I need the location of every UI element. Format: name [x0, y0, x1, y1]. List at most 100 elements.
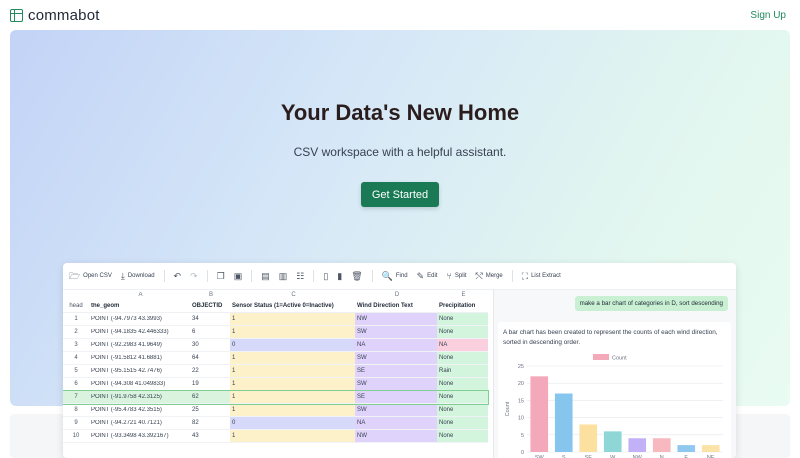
header-cell[interactable]: OBJECTID [190, 303, 230, 309]
table-cell[interactable]: POINT (-94.308 41.049833) [89, 381, 190, 387]
column-letter[interactable]: A [89, 292, 190, 298]
copy-button[interactable]: ❐ [217, 271, 225, 281]
row-number[interactable]: 1 [63, 316, 89, 322]
table-cell[interactable]: SW [355, 378, 437, 390]
insert-column-left-button[interactable]: ▯ [323, 271, 328, 281]
table-cell[interactable]: 0 [230, 417, 355, 429]
split-button[interactable]: ⑂ Split [446, 271, 466, 281]
table-cell[interactable]: NW [355, 313, 437, 325]
list-extract-button[interactable]: ⛶ List Extract [522, 271, 561, 281]
table-cell[interactable]: 1 [230, 352, 355, 364]
redo-button[interactable]: ↷ [190, 271, 198, 281]
table-cell[interactable]: None [437, 378, 488, 390]
table-cell[interactable]: 1 [230, 326, 355, 338]
table-cell[interactable]: SW [355, 404, 437, 416]
insert-row-below-button[interactable]: ▥ [279, 271, 288, 281]
table-row[interactable]: 8 POINT (-95.4783 42.3515) 25 1 SW None [63, 404, 488, 417]
table-cell[interactable]: 19 [190, 381, 230, 387]
table-cell[interactable]: None [437, 417, 488, 429]
table-cell[interactable]: 1 [230, 313, 355, 325]
row-number[interactable]: 8 [63, 407, 89, 413]
table-cell[interactable]: 22 [190, 368, 230, 374]
table-row[interactable]: 6 POINT (-94.308 41.049833) 19 1 SW None [63, 378, 488, 391]
delete-row-button[interactable]: ☷ [296, 271, 304, 281]
header-cell[interactable]: Wind Direction Text [355, 300, 437, 312]
table-cell[interactable]: 1 [230, 378, 355, 390]
merge-button[interactable]: ⤲ Merge [476, 271, 503, 281]
undo-button[interactable]: ↶ [174, 271, 182, 281]
table-row[interactable]: 1 POINT (-94.7973 43.3993) 34 1 NW None [63, 313, 488, 326]
table-cell[interactable]: 1 [230, 430, 355, 442]
table-cell[interactable]: None [437, 404, 488, 416]
table-cell[interactable]: NA [437, 339, 488, 351]
header-cell[interactable]: head [63, 303, 89, 309]
insert-column-right-button[interactable]: ▮ [337, 271, 342, 281]
column-letter[interactable]: B [190, 292, 230, 298]
table-cell[interactable]: POINT (-91.9758 42.3125) [89, 394, 190, 400]
table-row[interactable]: 10 POINT (-93.3498 43.392167) 43 1 NW None [63, 430, 488, 443]
table-cell[interactable]: 62 [190, 394, 230, 400]
table-row[interactable]: 9 POINT (-94.2721 40.7121) 82 0 NA None [63, 417, 488, 430]
get-started-button[interactable]: Get Started [361, 182, 439, 207]
header-cell[interactable]: the_geom [89, 303, 190, 309]
table-cell[interactable]: 25 [190, 407, 230, 413]
table-cell[interactable]: 43 [190, 433, 230, 439]
table-cell[interactable]: 30 [190, 342, 230, 348]
column-letter[interactable]: E [437, 290, 488, 300]
table-cell[interactable]: NW [355, 430, 437, 442]
table-cell[interactable]: None [437, 430, 488, 442]
table-cell[interactable]: 1 [230, 404, 355, 416]
table-cell[interactable]: None [437, 352, 488, 364]
row-number[interactable]: 4 [63, 355, 89, 361]
table-cell[interactable]: POINT (-95.4783 42.3515) [89, 407, 190, 413]
table-cell[interactable]: SW [355, 326, 437, 338]
row-number[interactable]: 5 [63, 368, 89, 374]
column-letter[interactable]: C [230, 290, 355, 300]
edit-button[interactable]: ✎ Edit [417, 271, 438, 281]
row-number[interactable]: 9 [63, 420, 89, 426]
table-cell[interactable]: NA [355, 417, 437, 429]
table-cell[interactable]: 1 [230, 365, 355, 377]
table-cell[interactable]: None [437, 391, 488, 403]
table-cell[interactable]: POINT (-93.3498 43.392167) [89, 433, 190, 439]
table-cell[interactable]: SE [355, 391, 437, 403]
row-number[interactable]: 2 [63, 329, 89, 335]
table-cell[interactable]: POINT (-95.1515 42.7476) [89, 368, 190, 374]
table-cell[interactable]: SE [355, 365, 437, 377]
table-cell[interactable]: None [437, 313, 488, 325]
table-cell[interactable]: 34 [190, 316, 230, 322]
table-row[interactable]: 7 POINT (-91.9758 42.3125) 62 1 SE None [63, 390, 489, 405]
open-csv-button[interactable]: 🗁 Open CSV [69, 271, 112, 281]
insert-row-above-button[interactable]: ▤ [261, 271, 270, 281]
table-cell[interactable]: 6 [190, 329, 230, 335]
table-cell[interactable]: 64 [190, 355, 230, 361]
table-row[interactable]: 5 POINT (-95.1515 42.7476) 22 1 SE Rain [63, 365, 488, 378]
table-cell[interactable]: POINT (-91.5812 41.6881) [89, 355, 190, 361]
table-cell[interactable]: 82 [190, 420, 230, 426]
delete-column-button[interactable]: 🗑 [351, 271, 362, 281]
table-cell[interactable]: SW [355, 352, 437, 364]
table-cell[interactable]: POINT (-92.2983 41.9649) [89, 342, 190, 348]
column-letter[interactable]: D [355, 290, 437, 300]
table-cell[interactable]: POINT (-94.2721 40.7121) [89, 420, 190, 426]
header-cell[interactable]: Precipitation [437, 300, 488, 312]
table-row[interactable]: 4 POINT (-91.5812 41.6881) 64 1 SW None [63, 352, 488, 365]
table-cell[interactable]: Rain [437, 365, 488, 377]
table-cell[interactable]: 1 [230, 391, 355, 403]
table-row[interactable]: 3 POINT (-92.2983 41.9649) 30 0 NA NA [63, 339, 488, 352]
download-button[interactable]: ⤓ Download [121, 271, 155, 281]
table-cell[interactable]: POINT (-94.1835 42.446333) [89, 329, 190, 335]
table-cell[interactable]: None [437, 326, 488, 338]
header-cell[interactable]: Sensor Status (1=Active 0=Inactive) [230, 300, 355, 312]
paste-button[interactable]: ▣ [234, 271, 243, 281]
row-number[interactable]: 7 [63, 394, 89, 400]
brand-logo[interactable]: commabot [10, 7, 100, 24]
table-row[interactable]: 2 POINT (-94.1835 42.446333) 6 1 SW None [63, 326, 488, 339]
row-number[interactable]: 6 [63, 381, 89, 387]
row-number[interactable]: 3 [63, 342, 89, 348]
table-cell[interactable]: 0 [230, 339, 355, 351]
table-cell[interactable]: NA [355, 339, 437, 351]
table-cell[interactable]: POINT (-94.7973 43.3993) [89, 316, 190, 322]
sign-up-link[interactable]: Sign Up [750, 10, 786, 21]
row-number[interactable]: 10 [63, 433, 89, 439]
